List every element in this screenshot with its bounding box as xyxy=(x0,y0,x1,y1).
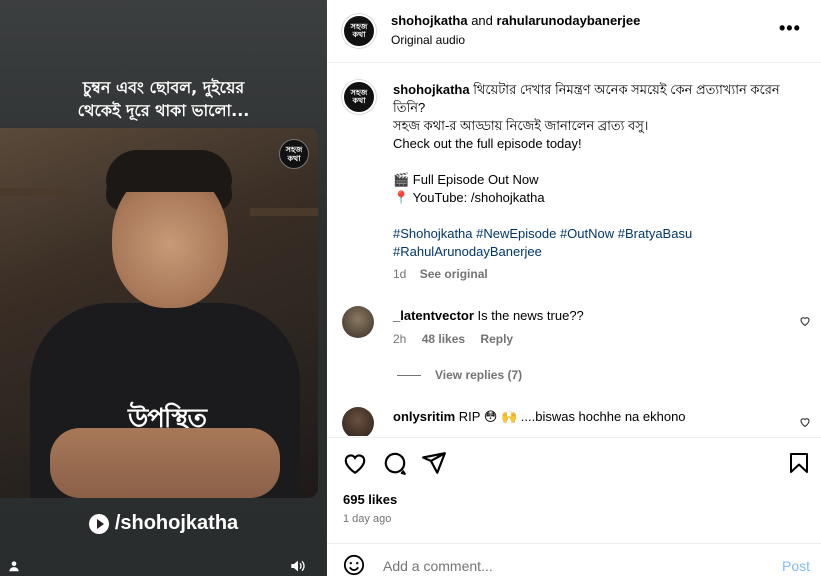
post-button[interactable]: Post xyxy=(782,558,810,574)
instagram-post-view: চুম্বন এবং ছোবল, দুইয়ের থেকেই দূরে থাকা… xyxy=(0,0,821,576)
caption-line5: 📍 YouTube: /shohojkatha xyxy=(393,190,545,205)
sound-icon[interactable] xyxy=(288,556,308,576)
youtube-handle-overlay: /shohojkatha xyxy=(0,512,327,535)
replies-line xyxy=(397,374,421,376)
comment-username[interactable]: onlysritim xyxy=(393,409,455,424)
reel-caption-overlay: চুম্বন এবং ছোবল, দুইয়ের থেকেই দূরে থাকা… xyxy=(0,76,327,122)
person-arms xyxy=(50,428,280,498)
comments-scroll-area[interactable]: সহজ কথা shohojkatha থিয়েটার দেখার নিমন্… xyxy=(327,64,821,436)
bookshelf xyxy=(250,208,318,216)
share-icon[interactable] xyxy=(421,450,447,476)
caption-hashtags[interactable]: #Shohojkatha #NewEpisode #OutNow #Bratya… xyxy=(393,225,803,243)
user-tag-icon[interactable] xyxy=(4,556,24,576)
comment-like-heart-icon[interactable] xyxy=(799,315,811,330)
comment-time: 2h xyxy=(393,332,407,346)
comment-body: RIP 😳 🙌 ....biswas hochhe na ekhono xyxy=(458,409,686,424)
author-link[interactable]: shohojkatha xyxy=(391,13,468,28)
caption-time: 1d xyxy=(393,267,407,281)
comment-body: Is the news true?? xyxy=(477,308,584,323)
post-date[interactable]: 1 day ago xyxy=(343,513,391,525)
heart-icon[interactable] xyxy=(342,450,368,476)
channel-logo: সহজ কথা xyxy=(279,139,309,169)
comment-icon[interactable] xyxy=(382,450,408,476)
caption-line3: Check out the full episode today! xyxy=(393,136,582,151)
avatar[interactable] xyxy=(342,407,374,436)
add-comment-bar: Post xyxy=(327,543,821,576)
post-actions xyxy=(327,437,821,487)
reel-media[interactable]: চুম্বন এবং ছোবল, দুইয়ের থেকেই দূরে থাকা… xyxy=(0,0,327,576)
post-header: সহজ কথা shohojkatha and rahularunodayban… xyxy=(327,0,821,63)
comment-text: onlysritim RIP 😳 🙌 ....biswas hochhe na … xyxy=(393,409,686,425)
comment-input[interactable] xyxy=(383,558,763,574)
view-replies-label: View replies (7) xyxy=(435,368,523,382)
emoji-icon[interactable] xyxy=(343,554,365,576)
more-options-button[interactable]: ••• xyxy=(779,18,801,39)
caption-hashtags-2[interactable]: #RahulArunodayBanerjee xyxy=(393,243,803,261)
avatar[interactable]: সহজ কথা xyxy=(342,80,376,114)
post-authors: shohojkatha and rahularunodaybanerjee xyxy=(391,13,640,28)
bookmark-icon[interactable] xyxy=(787,450,813,476)
person-hair-top xyxy=(106,150,232,192)
comment-meta: 2h 48 likes Reply xyxy=(393,332,525,346)
avatar[interactable]: সহজ কথা xyxy=(342,14,376,48)
reel-caption-line2: থেকেই দূরে থাকা ভালো... xyxy=(77,101,250,120)
see-original-link[interactable]: See original xyxy=(420,267,488,281)
comment-likes[interactable]: 48 likes xyxy=(422,332,465,346)
video-frame[interactable]: উপস্থিত সহজ কথা xyxy=(0,128,318,498)
coauthor-link[interactable]: rahularunodaybanerjee xyxy=(497,13,641,28)
reel-caption-line1: চুম্বন এবং ছোবল, দুইয়ের xyxy=(82,78,245,97)
post-panel: সহজ কথা shohojkatha and rahularunodayban… xyxy=(327,0,821,576)
likes-count[interactable]: 695 likes xyxy=(343,492,397,507)
youtube-icon xyxy=(88,513,109,534)
comment-like-heart-icon[interactable] xyxy=(799,416,811,431)
caption-meta: 1d See original xyxy=(393,265,803,283)
caption-line4: 🎬 Full Episode Out Now xyxy=(393,172,539,187)
view-replies-button[interactable]: View replies (7) xyxy=(397,368,522,382)
bookshelf xyxy=(0,188,70,196)
caption-line2: সহজ কথা-র আড্ডায় নিজেই জানালেন ব্রাত্য … xyxy=(393,118,649,133)
comment-text: _latentvector Is the news true?? xyxy=(393,308,584,323)
caption-username[interactable]: shohojkatha xyxy=(393,82,470,97)
author-conjunction: and xyxy=(471,13,493,28)
avatar[interactable] xyxy=(342,306,374,338)
comment-username[interactable]: _latentvector xyxy=(393,308,474,323)
youtube-handle: /shohojkatha xyxy=(114,512,239,534)
reply-button[interactable]: Reply xyxy=(480,332,513,346)
post-caption: shohojkatha থিয়েটার দেখার নিমন্ত্রণ অনে… xyxy=(393,81,803,283)
audio-link[interactable]: Original audio xyxy=(391,33,465,47)
